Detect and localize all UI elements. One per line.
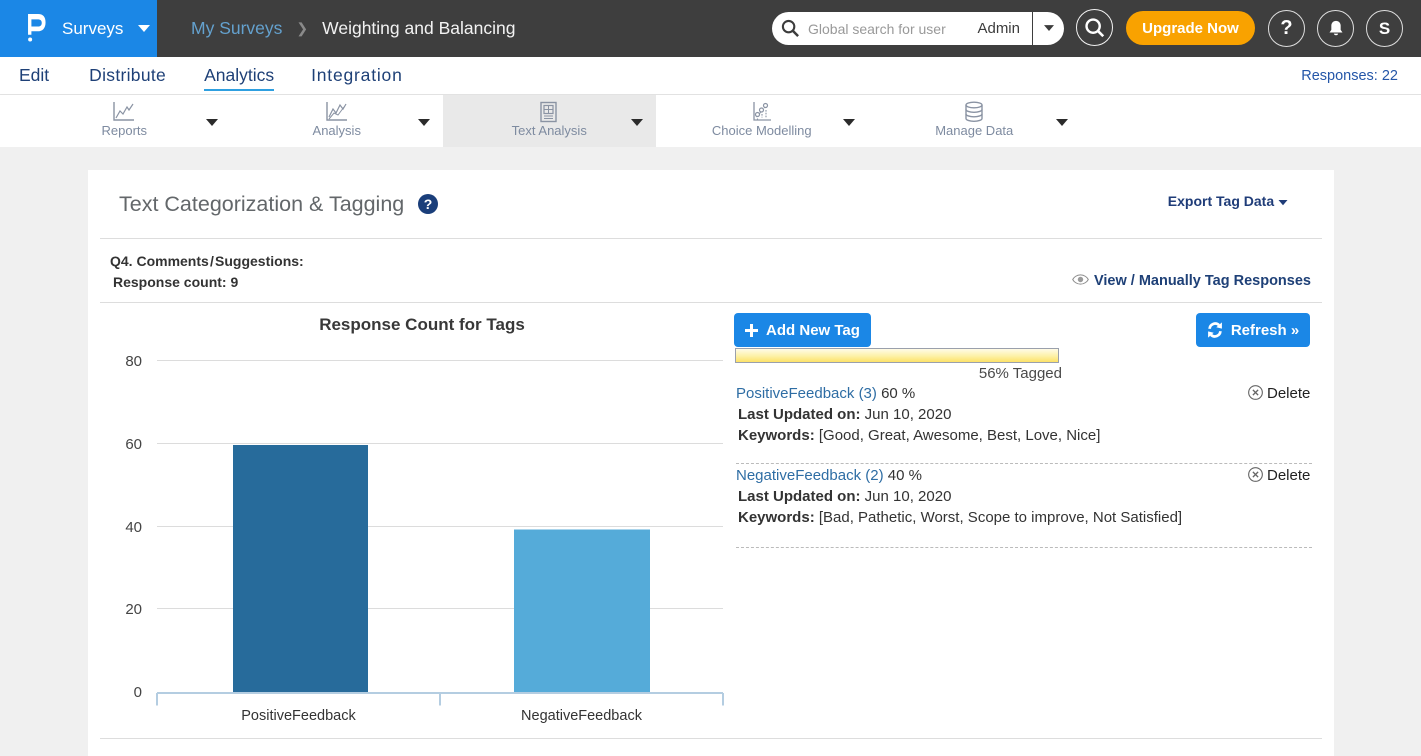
svg-text:20: 20 xyxy=(125,601,142,618)
svg-text:NegativeFeedback: NegativeFeedback xyxy=(521,708,643,724)
svg-text:0: 0 xyxy=(134,684,142,701)
svg-text:PositiveFeedback: PositiveFeedback xyxy=(241,708,356,724)
svg-text:40: 40 xyxy=(125,519,142,536)
svg-text:60: 60 xyxy=(125,436,142,453)
svg-text:80: 80 xyxy=(125,353,142,370)
svg-text:Response Count for Tags: Response Count for Tags xyxy=(319,315,525,334)
svg-text:?: ? xyxy=(424,196,433,212)
